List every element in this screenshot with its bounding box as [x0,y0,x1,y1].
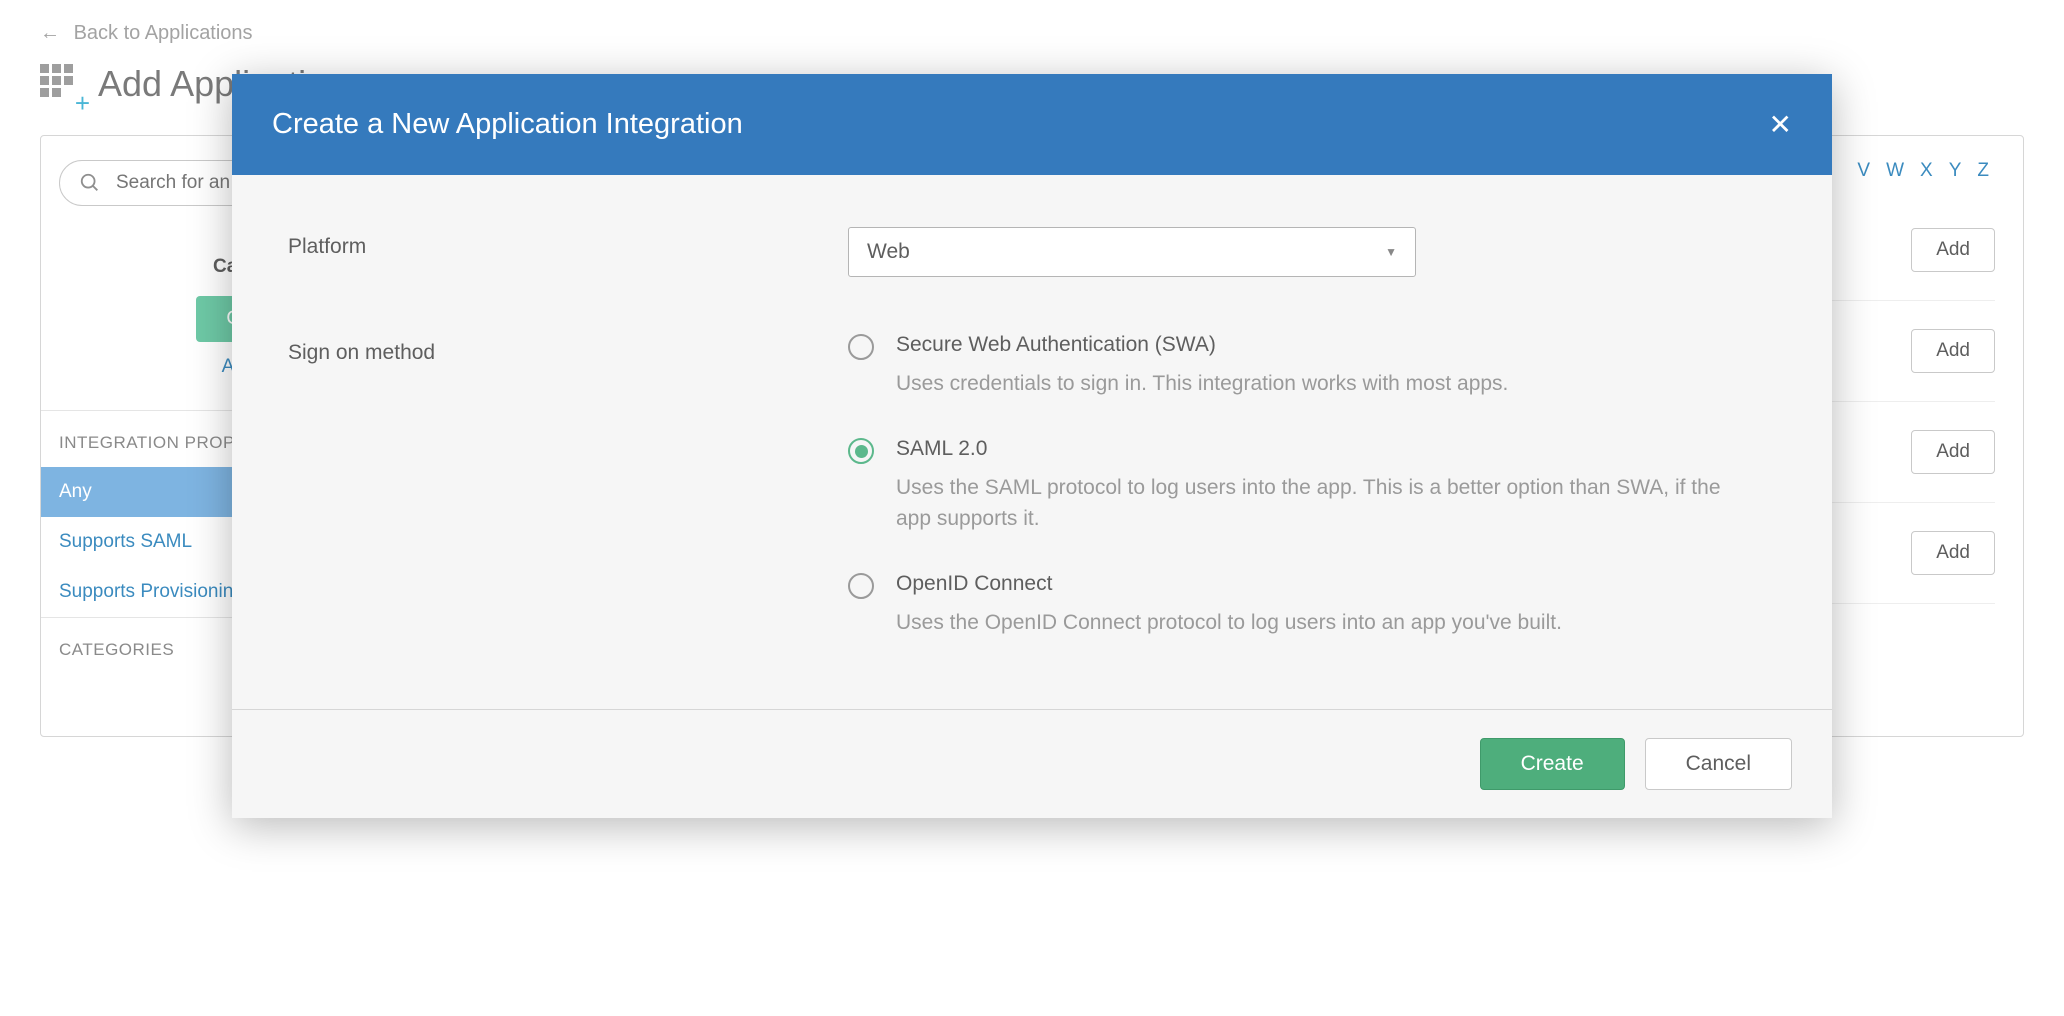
signon-option-swa[interactable]: Secure Web Authentication (SWA) Uses cre… [848,333,1748,399]
create-button[interactable]: Create [1480,738,1625,790]
signon-option-oidc[interactable]: OpenID Connect Uses the OpenID Connect p… [848,572,1748,638]
radio-icon [848,573,874,599]
signon-label: Sign on method [288,333,848,365]
option-title: Secure Web Authentication (SWA) [896,333,1748,357]
cancel-button[interactable]: Cancel [1645,738,1792,790]
modal-title: Create a New Application Integration [272,108,743,141]
radio-icon [848,334,874,360]
create-app-modal: Create a New Application Integration ✕ P… [232,74,1832,818]
signon-option-saml[interactable]: SAML 2.0 Uses the SAML protocol to log u… [848,437,1748,534]
modal-backdrop: Create a New Application Integration ✕ P… [0,0,2064,1016]
radio-icon [848,438,874,464]
platform-select[interactable]: Web ▼ [848,227,1416,277]
option-title: SAML 2.0 [896,437,1748,461]
chevron-down-icon: ▼ [1385,245,1397,259]
option-desc: Uses the OpenID Connect protocol to log … [896,608,1748,638]
option-desc: Uses credentials to sign in. This integr… [896,369,1748,399]
platform-label: Platform [288,227,848,259]
option-title: OpenID Connect [896,572,1748,596]
close-icon[interactable]: ✕ [1769,108,1792,141]
platform-value: Web [867,240,910,264]
option-desc: Uses the SAML protocol to log users into… [896,473,1748,534]
